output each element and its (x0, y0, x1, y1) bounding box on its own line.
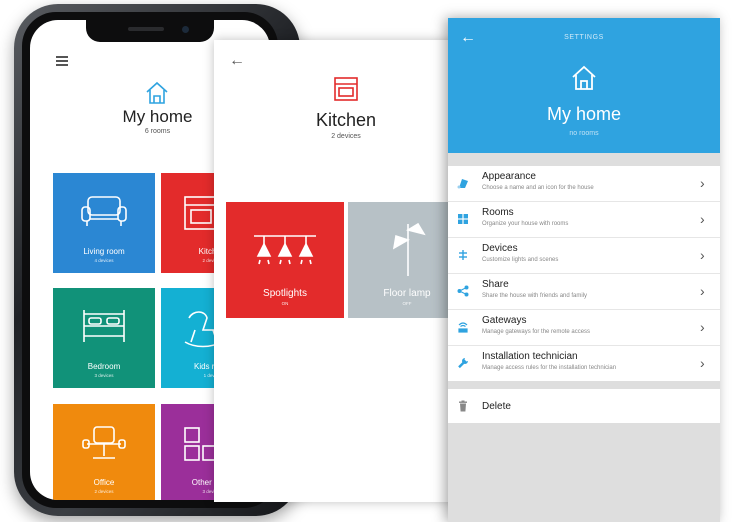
settings-list: Appearance Choose a name and an icon for… (448, 166, 720, 381)
room-tile-living-room[interactable]: Living room 4 devices (53, 173, 155, 273)
room-tile-office[interactable]: Office 2 devices (53, 404, 155, 500)
share-icon (457, 285, 469, 297)
home-title: My home (122, 107, 193, 126)
trash-icon (459, 400, 467, 412)
home-icon (146, 81, 168, 104)
room-device-count: 3 devices (94, 373, 114, 378)
room-name: Bedroom (87, 362, 121, 371)
settings-item-title: Share (482, 279, 509, 290)
settings-item-subtitle: Share the house with friends and family (482, 293, 588, 299)
wrench-icon (458, 358, 468, 369)
settings-item-installation-technician[interactable]: Installation technician Manage access ru… (448, 346, 720, 381)
chevron-right-icon: › (700, 175, 705, 191)
settings-item-title: Installation technician (482, 351, 578, 362)
devices-icon (459, 250, 467, 260)
settings-item-subtitle: Manage access rules for the installation… (482, 365, 617, 371)
home-icon (572, 65, 596, 90)
delete-button[interactable]: Delete (448, 389, 720, 423)
sofa-icon (81, 196, 127, 226)
settings-item-share[interactable]: Share Share the house with friends and f… (448, 274, 720, 310)
bed-icon (83, 310, 125, 342)
room-device-count: 2 devices (94, 489, 114, 494)
spotlights-icon (254, 235, 316, 265)
room-name: Living room (83, 247, 125, 256)
phone-notch (86, 20, 214, 42)
home-room-count: 6 rooms (144, 128, 171, 135)
settings-item-devices[interactable]: Devices Customize lights and scenes › (448, 238, 720, 274)
gateway-icon (458, 322, 468, 333)
device-name: Spotlights (263, 288, 307, 299)
settings-item-title: Devices (482, 243, 518, 254)
device-tile-spotlights[interactable]: Spotlights ON (226, 202, 344, 318)
settings-item-subtitle: Manage gateways for the remote access (482, 329, 591, 335)
phone-speaker (128, 27, 164, 31)
settings-title: SETTINGS (564, 34, 604, 41)
chevron-right-icon: › (700, 319, 705, 335)
settings-item-title: Appearance (482, 171, 536, 182)
chevron-right-icon: › (700, 247, 705, 263)
hamburger-menu-icon[interactable] (56, 56, 68, 66)
settings-panel: ← SETTINGS My home no rooms Appearance C… (448, 18, 720, 522)
room-title: Kitchen (315, 110, 377, 130)
delete-label: Delete (482, 401, 511, 412)
settings-item-rooms[interactable]: Rooms Organize your house with rooms › (448, 202, 720, 238)
stove-icon (334, 77, 358, 101)
settings-item-subtitle: Organize your house with rooms (482, 221, 569, 227)
desk-chair-icon (82, 426, 126, 459)
chevron-right-icon: › (700, 211, 705, 227)
chevron-right-icon: › (700, 283, 705, 299)
settings-item-appearance[interactable]: Appearance Choose a name and an icon for… (448, 166, 720, 202)
room-device-count: 2 devices (331, 133, 361, 140)
back-arrow-icon[interactable]: ← (229, 52, 245, 70)
settings-item-title: Gateways (482, 315, 527, 326)
rooms-grid-icon (458, 214, 468, 224)
settings-item-title: Rooms (482, 207, 514, 218)
device-state: ON (281, 301, 289, 306)
room-tile-bedroom[interactable]: Bedroom 3 devices (53, 288, 155, 388)
settings-item-gateways[interactable]: Gateways Manage gateways for the remote … (448, 310, 720, 346)
phone-camera (182, 26, 189, 33)
settings-item-subtitle: Choose a name and an icon for the house (482, 185, 594, 191)
home-room-count: no rooms (569, 130, 599, 137)
appearance-icon (457, 179, 468, 189)
floor-lamp-icon (392, 222, 426, 276)
room-name: Office (93, 478, 115, 487)
settings-item-subtitle: Customize lights and scenes (482, 257, 559, 263)
chevron-right-icon: › (700, 355, 705, 371)
home-name: My home (546, 104, 622, 124)
room-device-count: 4 devices (94, 258, 114, 263)
